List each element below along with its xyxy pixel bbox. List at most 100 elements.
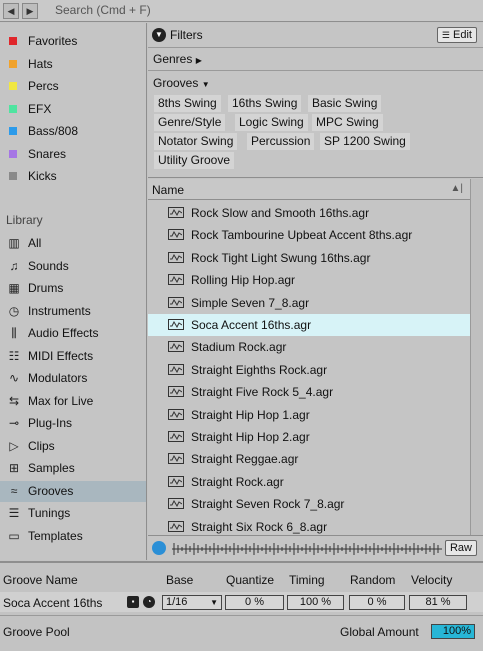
- list-item[interactable]: Straight Seven Rock 7_8.agr: [148, 493, 471, 515]
- sidebar-item-label: Clips: [28, 438, 55, 453]
- search-input[interactable]: Search (Cmd + F): [55, 3, 151, 17]
- sidebar-item-tunings[interactable]: ☰ Tunings: [0, 503, 146, 524]
- raw-button[interactable]: Raw: [444, 540, 477, 556]
- sidebar-item-label: Plug-Ins: [28, 416, 73, 430]
- list-item[interactable]: Rock Tambourine Upbeat Accent 8ths.agr: [148, 224, 471, 246]
- sidebar-item-instruments[interactable]: ◷ Instruments: [0, 301, 146, 322]
- list-item[interactable]: Straight Hip Hop 2.agr: [148, 426, 471, 448]
- list-item[interactable]: Rock Tight Light Swung 16ths.agr: [148, 247, 471, 269]
- list-item[interactable]: Rolling Hip Hop.agr: [148, 269, 471, 291]
- filters-label: Filters: [170, 28, 203, 42]
- grooves-filter[interactable]: Grooves ▼: [153, 76, 210, 90]
- filter-tag[interactable]: Basic Swing: [308, 95, 382, 112]
- collection-item[interactable]: Favorites: [0, 31, 146, 51]
- timing-field[interactable]: 100 %: [287, 595, 344, 610]
- groove-file-icon: [168, 296, 184, 308]
- collection-item[interactable]: Bass/808: [0, 121, 146, 141]
- color-swatch: [9, 82, 17, 90]
- filters-header: ▼ Filters ☰ Edit: [148, 23, 483, 48]
- waveform-preview[interactable]: [172, 542, 442, 556]
- sidebar-item-label: Audio Effects: [28, 326, 99, 340]
- collection-item[interactable]: Percs: [0, 76, 146, 96]
- color-swatch: [9, 37, 17, 45]
- edit-button[interactable]: ☰ Edit: [436, 27, 477, 43]
- file-name: Straight Rock.agr: [191, 474, 284, 489]
- velocity-field[interactable]: 81 %: [409, 595, 467, 610]
- collection-label: Hats: [28, 56, 53, 71]
- filter-tag[interactable]: Notator Swing: [154, 133, 238, 150]
- base-select[interactable]: 1/16 ▼: [162, 595, 222, 610]
- collection-item[interactable]: Snares: [0, 144, 146, 164]
- audio-effects-icon: ⫼: [11, 326, 17, 340]
- sidebar-item-all[interactable]: ▥ All: [0, 233, 146, 254]
- global-amount-field[interactable]: 100%: [431, 624, 475, 639]
- filter-tag[interactable]: 8ths Swing: [154, 95, 221, 112]
- collection-item[interactable]: EFX: [0, 99, 146, 119]
- filter-tag[interactable]: Genre/Style: [154, 114, 226, 131]
- sidebar-item-max-for-live[interactable]: ⇆ Max for Live: [0, 391, 146, 412]
- sidebar-item-modulators[interactable]: ∿ Modulators: [0, 368, 146, 389]
- right-arrow-icon[interactable]: ▶: [22, 3, 38, 19]
- file-name: Rock Tambourine Upbeat Accent 8ths.agr: [191, 228, 413, 243]
- sidebar-item-grooves[interactable]: ≈ Grooves: [0, 480, 146, 502]
- sidebar: Favorites Hats Percs EFX Bass/808 Snares Kicks…: [0, 23, 147, 560]
- sidebar-item-plug-ins[interactable]: ⊸ Plug-Ins: [0, 413, 146, 434]
- sidebar-item-audio-effects[interactable]: ⫼ Audio Effects: [0, 323, 146, 344]
- sidebar-item-drums[interactable]: ▦ Drums: [0, 278, 146, 299]
- groove-file-icon: [168, 475, 184, 487]
- list-item[interactable]: Straight Rock.agr: [148, 471, 471, 493]
- list-item[interactable]: Stadium Rock.agr: [148, 336, 471, 358]
- list-item[interactable]: Straight Eighths Rock.agr: [148, 359, 471, 381]
- left-arrow-icon[interactable]: ◀: [3, 3, 19, 19]
- filter-tag[interactable]: 16ths Swing: [228, 95, 302, 112]
- chevron-down-icon[interactable]: ▼: [152, 28, 166, 42]
- header-base: Base: [166, 573, 194, 587]
- file-name: Stadium Rock.agr: [191, 340, 287, 355]
- global-amount-value: 100%: [442, 625, 471, 637]
- list-item[interactable]: Straight Five Rock 5_4.agr: [148, 381, 471, 403]
- commit-icon[interactable]: ◔: [143, 596, 155, 608]
- list-item[interactable]: Soca Accent 16ths.agr: [148, 314, 471, 336]
- groove-pool: Groove Name Base Quantize Timing Random …: [0, 561, 483, 650]
- search-bar: ◀ ▶ Search (Cmd + F): [0, 0, 483, 22]
- groove-row[interactable]: Soca Accent 16ths ▪ ◔ 1/16 ▼ 0 % 100 % 0…: [0, 592, 483, 612]
- filter-tag[interactable]: Logic Swing: [235, 114, 308, 131]
- header-groove-name: Groove Name: [3, 573, 78, 587]
- list-item[interactable]: Simple Seven 7_8.agr: [148, 292, 471, 314]
- filter-tag[interactable]: Utility Groove: [154, 152, 235, 169]
- collection-label: Favorites: [28, 34, 78, 48]
- quantize-field[interactable]: 0 %: [225, 595, 284, 610]
- save-icon[interactable]: ▪: [127, 596, 139, 608]
- filter-tag[interactable]: SP 1200 Swing: [320, 133, 410, 150]
- sidebar-item-label: Drums: [28, 281, 64, 295]
- file-name: Straight Reggae.agr: [191, 452, 299, 467]
- random-field[interactable]: 0 %: [349, 595, 405, 610]
- groove-file-icon: [168, 520, 184, 532]
- column-name[interactable]: Name: [152, 183, 184, 197]
- groove-file-icon: [168, 274, 184, 286]
- sort-ascending-icon[interactable]: ▲|: [451, 183, 464, 194]
- genres-filter[interactable]: Genres ▶: [148, 48, 483, 71]
- samples-icon: ⊞: [8, 461, 20, 475]
- list-item[interactable]: Straight Hip Hop 1.agr: [148, 404, 471, 426]
- preview-icon[interactable]: [152, 541, 166, 555]
- sidebar-item-sounds[interactable]: ♫ Sounds: [0, 256, 146, 277]
- sidebar-item-midi-effects[interactable]: ☷ MIDI Effects: [0, 346, 146, 367]
- groove-file-icon: [168, 386, 184, 398]
- filter-tag[interactable]: MPC Swing: [312, 114, 383, 131]
- list-item[interactable]: Rock Slow and Smooth 16ths.agr: [148, 202, 471, 224]
- sidebar-item-samples[interactable]: ⊞ Samples: [0, 458, 146, 479]
- sidebar-item-templates[interactable]: ▭ Templates: [0, 526, 146, 547]
- filter-tag[interactable]: Percussion: [247, 133, 315, 150]
- sidebar-item-clips[interactable]: ▷ Clips: [0, 436, 146, 457]
- scrollbar[interactable]: [470, 179, 483, 535]
- collection-item[interactable]: Hats: [0, 54, 146, 74]
- max-for-live-icon: ⇆: [8, 393, 20, 408]
- list-header[interactable]: Name ▲|: [148, 179, 471, 200]
- collection-item[interactable]: Kicks: [0, 166, 146, 186]
- list-item[interactable]: Straight Reggae.agr: [148, 448, 471, 470]
- sidebar-item-label: Templates: [28, 528, 83, 543]
- color-swatch: [9, 59, 17, 68]
- groove-file-icon: [168, 341, 184, 353]
- edit-label: Edit: [453, 29, 472, 41]
